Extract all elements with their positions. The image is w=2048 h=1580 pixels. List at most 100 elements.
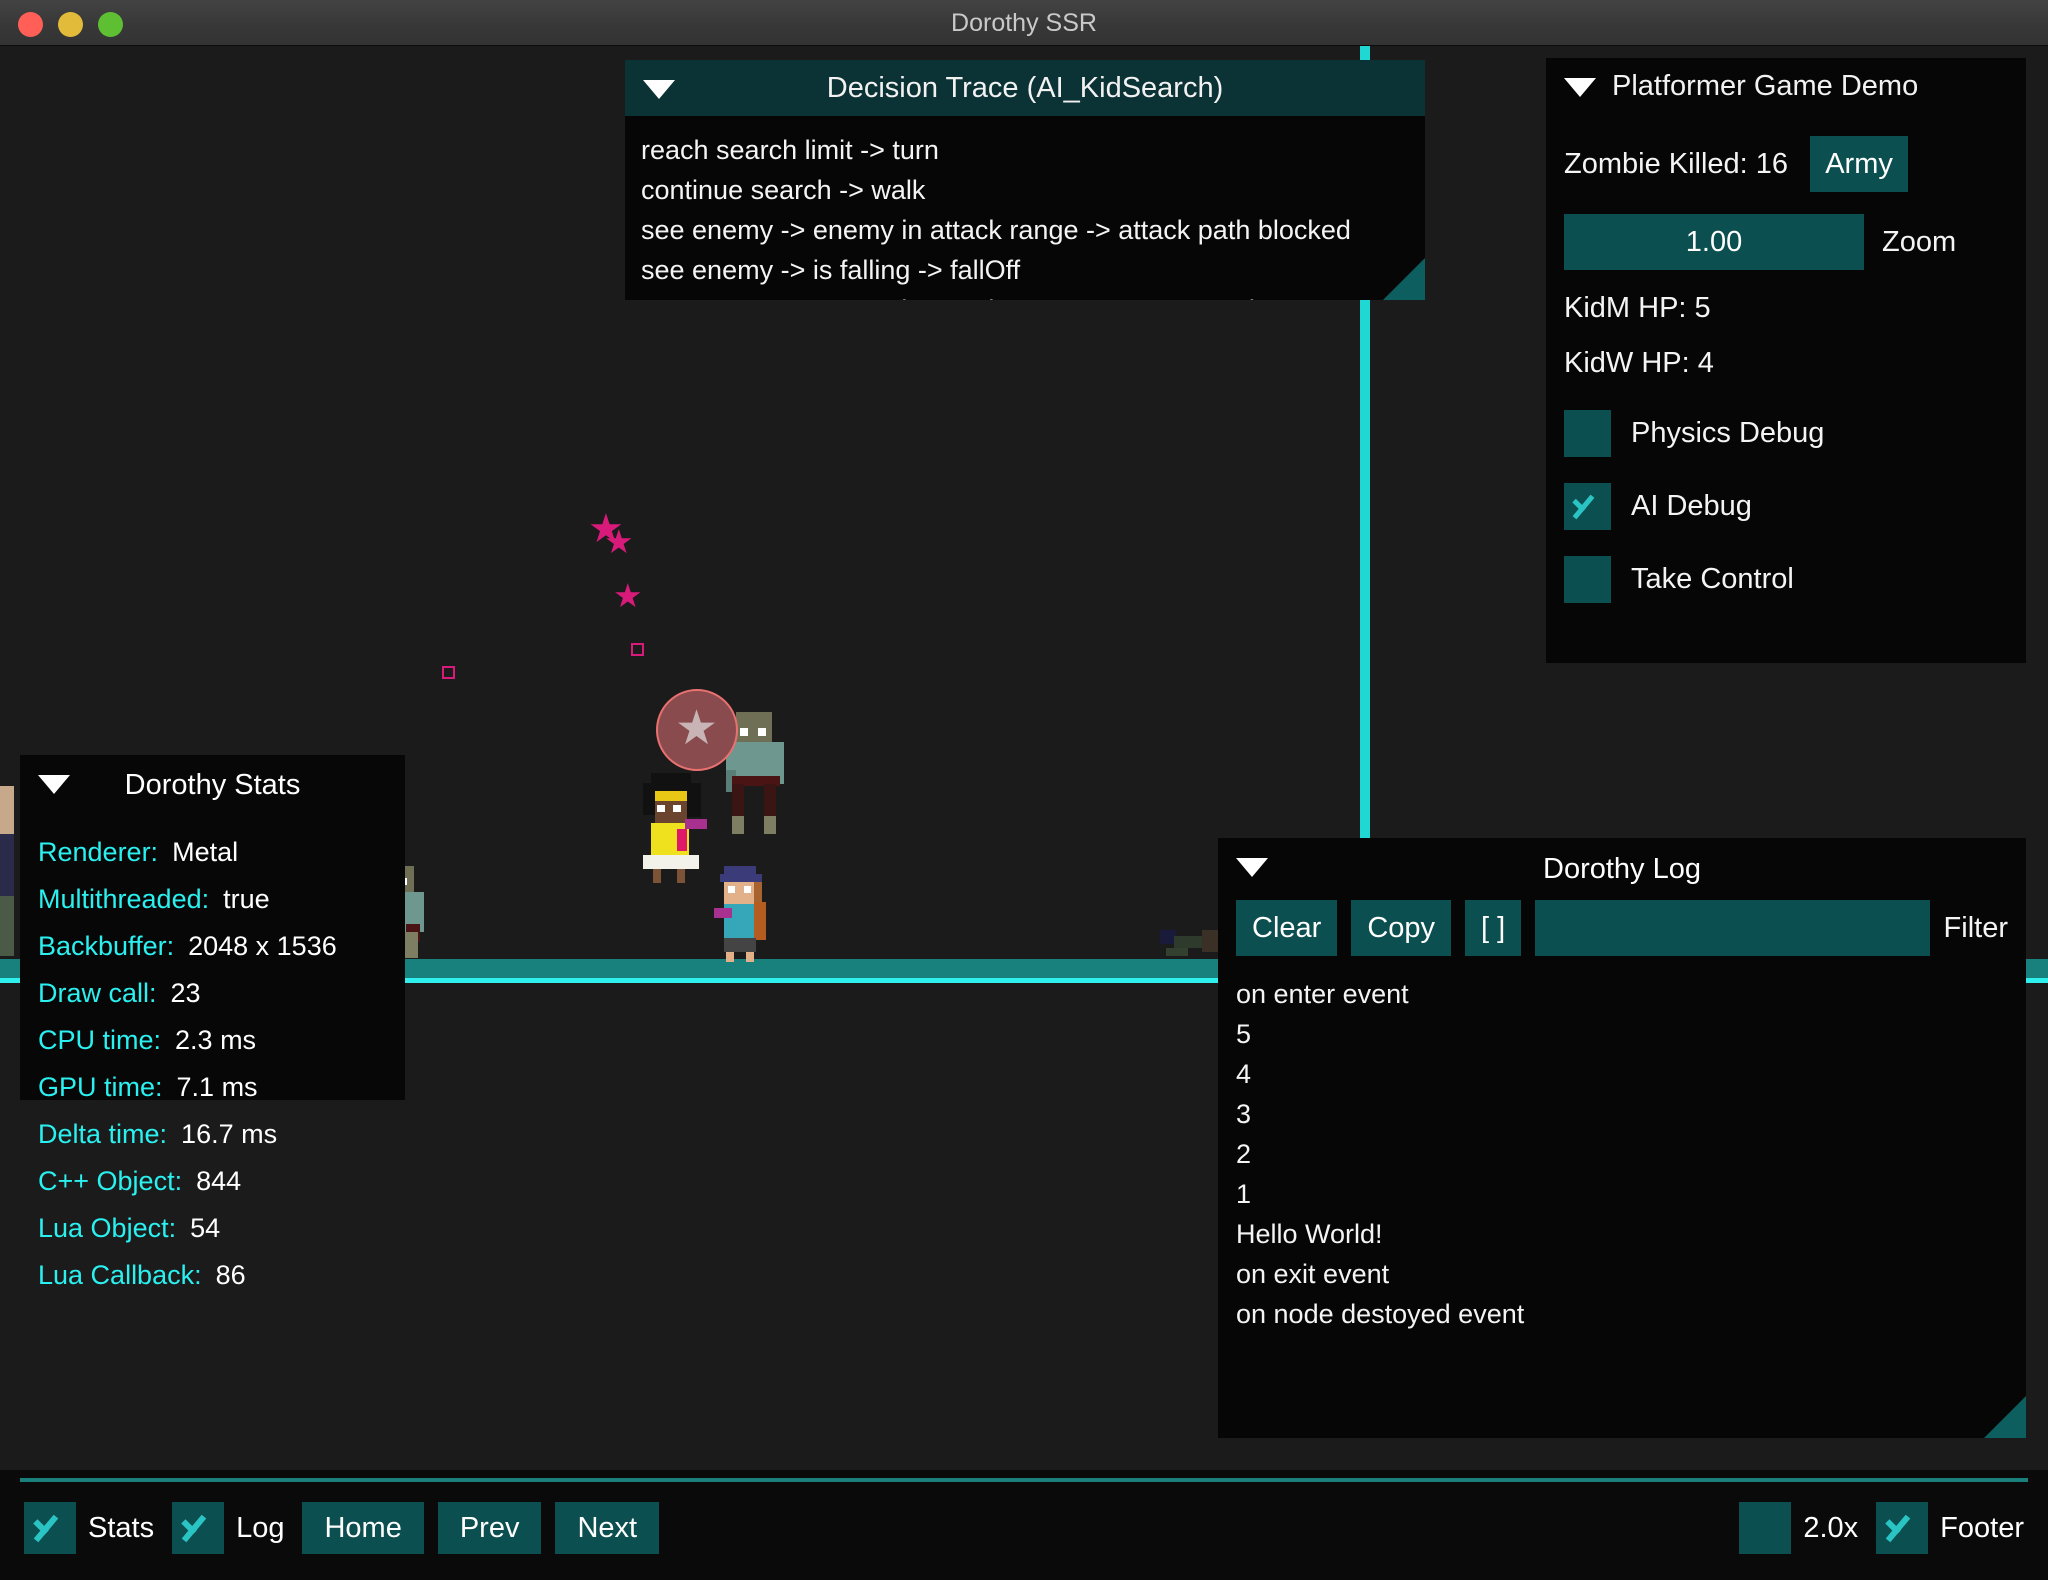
stat-key: Multithreaded: <box>38 884 210 914</box>
scale-label: 2.0x <box>1803 1511 1859 1544</box>
physics-debug-row[interactable]: Physics Debug <box>1564 410 2008 457</box>
stat-row: Multithreaded: true <box>38 884 405 915</box>
stat-row: Renderer: Metal <box>38 837 405 868</box>
sprite-kidm <box>714 866 778 962</box>
sprite-offscreen-left <box>0 786 14 956</box>
dorothy-stats-title: Dorothy Stats <box>124 769 301 801</box>
trace-line: reach search limit -> turn <box>641 135 939 165</box>
kidm-hp-label: KidM HP: 5 <box>1564 292 1711 324</box>
trace-line: see enemy -> is falling -> fallOff <box>641 255 1021 285</box>
stat-key: GPU time: <box>38 1072 163 1102</box>
shield-effect: ★ <box>656 689 738 771</box>
stat-key: Lua Callback: <box>38 1260 202 1290</box>
log-line: 1 <box>1236 1179 1252 1209</box>
footer-checkbox[interactable] <box>1876 1502 1929 1554</box>
stat-value: 7.1 ms <box>176 1072 258 1102</box>
take-control-row[interactable]: Take Control <box>1564 556 2008 603</box>
stat-key: Renderer: <box>38 837 159 867</box>
dorothy-stats-body: Renderer: Metal Multithreaded: true Backbu… <box>20 815 405 1291</box>
log-line: on exit event <box>1236 1259 1390 1289</box>
ai-debug-row[interactable]: AI Debug <box>1564 483 2008 530</box>
take-control-checkbox[interactable] <box>1564 556 1611 603</box>
stat-key: Draw call: <box>38 978 157 1008</box>
stat-row: C++ Object: 844 <box>38 1166 405 1197</box>
dorothy-stats-header: Dorothy Stats <box>20 755 405 815</box>
stat-row: CPU time: 2.3 ms <box>38 1025 405 1056</box>
trace-line: see enemy -> enemy in attack range -> at… <box>641 215 1351 245</box>
resize-grip[interactable] <box>1383 258 1425 300</box>
platformer-demo-panel: Platformer Game Demo Zombie Killed: 16 A… <box>1546 58 2026 663</box>
stat-row: Backbuffer: 2048 x 1536 <box>38 931 405 962</box>
log-checkbox[interactable] <box>172 1502 225 1554</box>
footer-divider <box>20 1478 2028 1482</box>
platformer-header: Platformer Game Demo <box>1546 58 2026 114</box>
stat-value: 2.3 ms <box>175 1025 257 1055</box>
bullet-collider-2 <box>631 643 644 656</box>
filter-input[interactable] <box>1535 900 1930 956</box>
sprite-kidw <box>641 773 707 883</box>
stat-row: Lua Object: 54 <box>38 1213 405 1244</box>
footer-left-group: Stats Log Home Prev Next <box>24 1502 673 1554</box>
prev-button[interactable]: Prev <box>437 1502 542 1554</box>
clear-button[interactable]: Clear <box>1236 900 1338 956</box>
window-title: Dorothy SSR <box>951 9 1097 37</box>
stat-key: Backbuffer: <box>38 931 175 961</box>
kidw-hp-label: KidW HP: 4 <box>1564 347 1714 379</box>
bracket-toggle-button[interactable]: [ ] <box>1465 900 1522 956</box>
dorothy-stats-panel: Dorothy Stats Renderer: Metal Multithread… <box>20 755 405 1290</box>
log-line: 2 <box>1236 1139 1252 1169</box>
army-button[interactable]: Army <box>1810 136 1909 192</box>
footer-toolbar: Stats Log Home Prev Next 2.0x Footer <box>0 1470 2048 1580</box>
platformer-body: Zombie Killed: 16 Army 1.00 Zoom KidM HP… <box>1546 136 2026 603</box>
trace-line: continue search -> walk <box>641 175 926 205</box>
stat-row: Draw call: 23 <box>38 978 405 1009</box>
bullet-collider-1 <box>442 666 455 679</box>
physics-debug-label: Physics Debug <box>1631 417 1825 449</box>
home-button[interactable]: Home <box>302 1502 424 1554</box>
stat-value: 844 <box>196 1166 242 1196</box>
window-titlebar: Dorothy SSR <box>0 0 2048 46</box>
next-button[interactable]: Next <box>555 1502 660 1554</box>
dorothy-log-header: Dorothy Log <box>1218 838 2026 900</box>
copy-button[interactable]: Copy <box>1351 900 1452 956</box>
log-line: 4 <box>1236 1059 1252 1089</box>
zoom-slider[interactable]: 1.00 <box>1564 214 1864 270</box>
trace-line: see enemy -> enemy in attack range -> ra… <box>641 290 1425 300</box>
application-window: Dorothy SSR ★ ★ ★ ★ Decision Trace (AI_K… <box>0 0 2048 1580</box>
log-line: on enter event <box>1236 979 1409 1009</box>
decision-trace-panel: Decision Trace (AI_KidSearch) reach sear… <box>625 60 1425 300</box>
stat-row: Delta time: 16.7 ms <box>38 1119 405 1150</box>
kidm-hp-row: KidM HP: 5 <box>1564 292 2008 325</box>
stat-value: 2048 x 1536 <box>188 931 337 961</box>
scale-checkbox[interactable] <box>1739 1502 1792 1554</box>
zombie-killed-row: Zombie Killed: 16 Army <box>1564 136 2008 192</box>
zombie-killed-label: Zombie Killed: 16 <box>1564 147 1789 180</box>
footer-label: Footer <box>1940 1511 2024 1544</box>
physics-debug-checkbox[interactable] <box>1564 410 1611 457</box>
log-line: Hello World! <box>1236 1219 1383 1249</box>
dorothy-log-panel: Dorothy Log Clear Copy [ ] Filter on ent… <box>1218 838 2026 1438</box>
stat-row: Lua Callback: 86 <box>38 1260 405 1291</box>
kidw-hp-row: KidW HP: 4 <box>1564 347 2008 380</box>
footer-right-group: 2.0x Footer <box>1739 1502 2024 1554</box>
resize-grip[interactable] <box>1984 1396 2026 1438</box>
stat-key: CPU time: <box>38 1025 162 1055</box>
stat-row: GPU time: 7.1 ms <box>38 1072 405 1103</box>
dorothy-log-title: Dorothy Log <box>1543 853 1701 885</box>
stats-checkbox[interactable] <box>24 1502 76 1554</box>
decision-trace-title: Decision Trace (AI_KidSearch) <box>826 72 1224 104</box>
log-line: 3 <box>1236 1099 1252 1129</box>
dorothy-log-body: on enter event 5 4 3 2 1 Hello World! on… <box>1218 956 2026 1334</box>
decision-trace-body: reach search limit -> turn continue sear… <box>625 116 1425 300</box>
stat-value: 86 <box>215 1260 246 1290</box>
stat-key: Lua Object: <box>38 1213 177 1243</box>
stat-value: 23 <box>170 978 201 1008</box>
take-control-label: Take Control <box>1631 563 1794 595</box>
decision-trace-header: Decision Trace (AI_KidSearch) <box>625 60 1425 116</box>
stat-value: Metal <box>172 837 239 867</box>
log-label: Log <box>236 1511 285 1544</box>
stat-value: 54 <box>190 1213 221 1243</box>
log-line: on node destoyed event <box>1236 1299 1525 1329</box>
ai-debug-checkbox[interactable] <box>1564 483 1611 530</box>
stat-value: true <box>223 884 270 914</box>
